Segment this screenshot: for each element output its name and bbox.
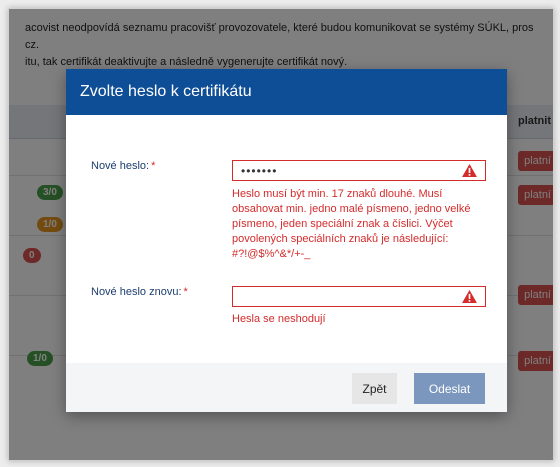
required-mark: * <box>183 286 188 298</box>
warning-triangle-icon <box>462 290 477 303</box>
new-password-error: Heslo musí být min. 17 znaků dlouhé. Mus… <box>232 188 471 260</box>
new-password-label: Nové heslo: * <box>91 160 156 172</box>
dialog-title: Zvolte heslo k certifikátu <box>80 83 252 100</box>
new-password-value: ••••••• <box>241 164 278 178</box>
repeat-password-label: Nové heslo znovu: * <box>91 286 188 298</box>
repeat-password-input[interactable] <box>232 286 486 307</box>
submit-button[interactable]: Odeslat <box>414 373 485 404</box>
dialog-header: Zvolte heslo k certifikátu <box>66 69 507 115</box>
required-mark: * <box>151 160 156 172</box>
repeat-password-error: Hesla se neshodují <box>232 313 326 325</box>
warning-triangle-icon <box>462 164 477 177</box>
new-password-input[interactable]: ••••••• <box>232 160 486 181</box>
password-dialog: Zvolte heslo k certifikátu Nové heslo: * … <box>66 69 507 412</box>
dialog-footer: Zpět Odeslat <box>66 363 507 412</box>
dialog-body: Nové heslo: * ••••••• Heslo musí být min.… <box>66 115 507 363</box>
app-frame: acovist neodpovídá seznamu pracovišť pro… <box>8 8 554 461</box>
back-button[interactable]: Zpět <box>352 373 397 404</box>
